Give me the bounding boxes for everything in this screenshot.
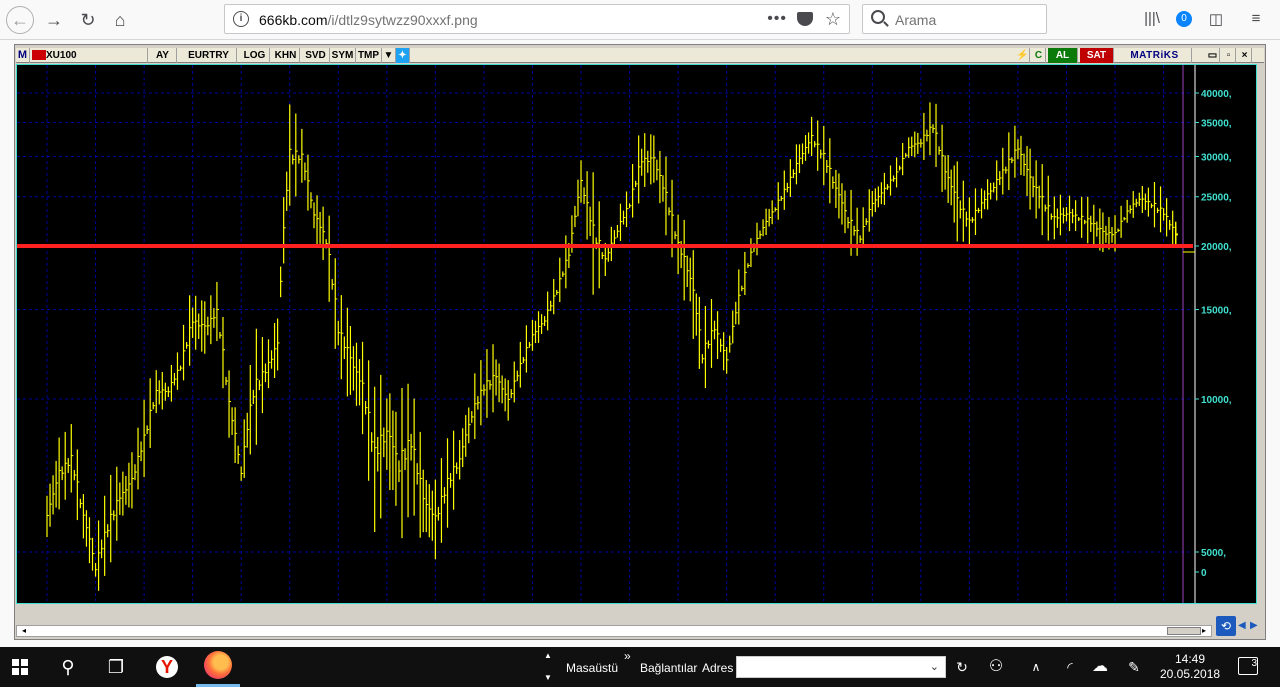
firefox-icon[interactable]: [204, 651, 232, 679]
clock-date: 20.05.2018: [1160, 667, 1221, 681]
pen-icon[interactable]: ✎: [1122, 655, 1146, 679]
people-icon[interactable]: ⚇: [984, 655, 1008, 679]
links-chevron[interactable]: »: [624, 649, 631, 663]
yandex-icon[interactable]: Y: [156, 656, 178, 678]
reload-button[interactable]: ↻: [74, 6, 102, 34]
y-tick-label: 0: [1201, 568, 1207, 579]
page-actions-button[interactable]: •••: [767, 10, 787, 28]
clock-time: 14:49: [1174, 652, 1206, 666]
scroll-left-arrow[interactable]: ◂: [19, 626, 29, 636]
tray-expand-icon[interactable]: ∧: [1024, 655, 1048, 679]
search-icon: [871, 10, 885, 24]
currency-button[interactable]: EURTRY: [181, 48, 237, 63]
sell-button[interactable]: SAT: [1080, 48, 1114, 63]
chart-canvas: 40000, 35000, 30000, 25000, 20000, 15000, 1000…: [17, 65, 1232, 603]
y-tick-label: 5000,: [1201, 548, 1226, 559]
sidebar-icon[interactable]: ◫: [1206, 10, 1226, 30]
bookmark-star-icon[interactable]: ☆: [825, 9, 841, 30]
tmp-button[interactable]: TMP: [356, 48, 382, 63]
matriks-brand: MATRiKS: [1118, 48, 1192, 63]
log-button[interactable]: LOG: [240, 48, 270, 63]
y-tick-label: 15000,: [1201, 306, 1232, 317]
onedrive-icon[interactable]: ☁: [1088, 655, 1112, 679]
site-info-icon[interactable]: i: [233, 11, 249, 27]
y-tick-label: 35000,: [1201, 118, 1232, 129]
close-button[interactable]: ×: [1238, 48, 1252, 63]
matriks-logo: M: [16, 48, 30, 63]
wifi-icon[interactable]: ◜: [1058, 655, 1082, 679]
toolbar-scroll-up-icon[interactable]: ▲: [544, 651, 552, 660]
lightning-icon[interactable]: ⚡: [1016, 48, 1030, 63]
toolbar-scroll-down-icon[interactable]: ▼: [544, 673, 552, 682]
chart-nav: ⟲ ◀ ▶: [1216, 616, 1262, 636]
y-tick-label: 10000,: [1201, 395, 1232, 406]
home-button[interactable]: ⌂: [106, 6, 134, 34]
period-button[interactable]: AY: [149, 48, 177, 63]
notification-icon[interactable]: 3: [1238, 657, 1258, 675]
forward-button[interactable]: →: [40, 6, 68, 34]
clock[interactable]: 14:49 20.05.2018: [1160, 652, 1220, 682]
y-tick-label: 20000,: [1201, 242, 1232, 253]
menu-icon[interactable]: ≡: [1246, 10, 1266, 30]
address-input[interactable]: ⌄: [736, 656, 946, 678]
khn-button[interactable]: KHN: [272, 48, 300, 63]
refresh-icon[interactable]: ⟲: [1216, 616, 1236, 636]
browser-toolbar: ← → ↻ ⌂ i 666kb.com/i/dtlz9sytwzz90xxxf.…: [0, 0, 1280, 40]
search-placeholder: Arama: [895, 12, 937, 28]
nav-left-icon[interactable]: ◀: [1238, 620, 1248, 632]
task-view-icon[interactable]: ❐: [104, 655, 128, 679]
price-chart[interactable]: 40000, 35000, 30000, 25000, 20000, 15000, 1000…: [16, 64, 1257, 604]
window-gap: [0, 640, 1280, 647]
twitter-icon[interactable]: ✦: [396, 48, 410, 63]
links-label[interactable]: Bağlantılar: [640, 661, 697, 675]
y-tick-label: 30000,: [1201, 153, 1232, 164]
pocket-icon[interactable]: [797, 12, 813, 26]
flag-icon: [32, 50, 46, 60]
svd-button[interactable]: SVD: [302, 48, 330, 63]
c-button[interactable]: C: [1032, 48, 1046, 63]
address-dropdown-icon[interactable]: ⌄: [930, 660, 939, 673]
url-bar[interactable]: i 666kb.com/i/dtlz9sytwzz90xxxf.png ••• …: [224, 4, 850, 34]
buy-button[interactable]: AL: [1048, 48, 1078, 63]
sync-badge-icon[interactable]: 0: [1176, 11, 1192, 27]
library-icon[interactable]: |||\: [1142, 10, 1162, 30]
chart-toolbar: M XU100 AY EURTRY LOG KHN SVD SYM TMP ▼ …: [16, 48, 1264, 63]
minimize-button[interactable]: ▭: [1206, 48, 1220, 63]
maximize-button[interactable]: ▫: [1222, 48, 1236, 63]
scroll-right-arrow[interactable]: ▸: [1199, 626, 1209, 636]
symbol-field[interactable]: XU100: [32, 48, 148, 63]
taskbar: ⚲ ❐ Y ▲ ▼ Masaüstü » Bağlantılar Adres ⌄…: [0, 647, 1280, 687]
y-tick-label: 40000,: [1201, 89, 1232, 100]
nav-right-icon[interactable]: ▶: [1250, 620, 1260, 632]
search-taskbar-icon[interactable]: ⚲: [56, 655, 80, 679]
y-tick-label: 25000,: [1201, 193, 1232, 204]
chart-scrollbar[interactable]: ◂ ▸: [16, 625, 1212, 637]
url-text[interactable]: 666kb.com/i/dtlz9sytwzz90xxxf.png: [259, 12, 478, 28]
desktop-link[interactable]: Masaüstü: [566, 661, 618, 675]
search-bar[interactable]: Arama: [862, 4, 1047, 34]
scroll-thumb[interactable]: [1167, 627, 1201, 635]
dropdown-button[interactable]: ▼: [382, 48, 396, 63]
back-button[interactable]: ←: [6, 6, 34, 34]
go-icon[interactable]: ↻: [950, 655, 974, 679]
address-label: Adres: [702, 661, 734, 675]
windows-start-icon[interactable]: [12, 659, 28, 675]
sym-button[interactable]: SYM: [330, 48, 356, 63]
